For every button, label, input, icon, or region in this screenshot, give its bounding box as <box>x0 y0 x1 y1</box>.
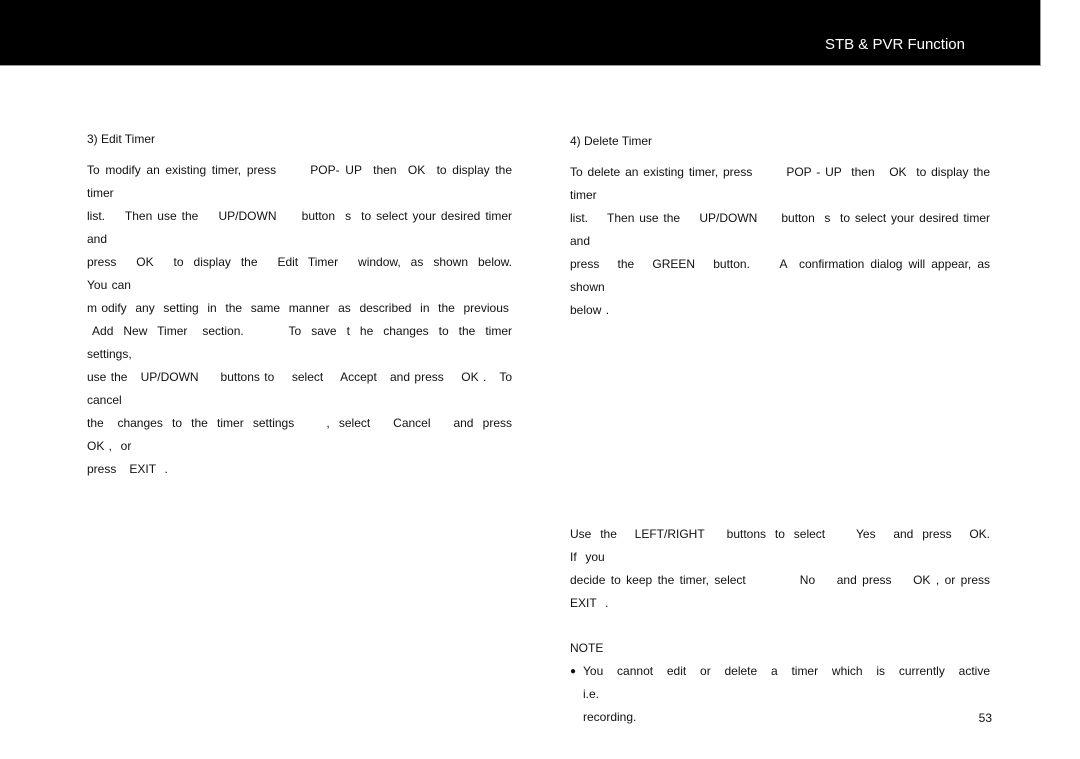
edit-timer-line: list. Then use the UP/DOWN button s to s… <box>87 209 517 246</box>
note-text: You cannot edit or delete a timer which … <box>583 664 990 724</box>
edit-timer-line: press EXIT . <box>87 462 168 476</box>
delete-timer-line: list. Then use the UP/DOWN button s to s… <box>570 211 995 248</box>
confirm-line: decide to keep the timer, select No and … <box>570 573 1008 610</box>
confirm-line: Use the LEFT/RIGHT buttons to select Yes… <box>570 527 1008 564</box>
bullet-dot-icon: ● <box>570 666 577 677</box>
delete-timer-line: press the GREEN button. A confirmation d… <box>570 257 995 294</box>
page-number: 53 <box>978 711 992 725</box>
section-title: STB & PVR Function <box>824 36 965 53</box>
edit-timer-line: To modify an existing timer, press POP- … <box>87 163 517 200</box>
edit-timer-line: use the UP/DOWN buttons to select Accept… <box>87 370 517 407</box>
delete-timer-line: To delete an existing timer, press POP -… <box>570 165 995 202</box>
header-bar: STB & PVR Function <box>0 0 1041 66</box>
delete-timer-heading: 4) Delete Timer <box>570 134 653 148</box>
delete-confirmation-section: Use the LEFT/RIGHT buttons to select Yes… <box>570 523 990 729</box>
edit-timer-heading: 3) Edit Timer <box>87 132 156 146</box>
edit-timer-line: the changes to the timer settings , sele… <box>87 416 530 453</box>
delete-timer-line: below . <box>570 303 610 317</box>
edit-timer-line: Add New Timer section. To save t he chan… <box>87 324 521 361</box>
edit-timer-line: press OK to display the Edit Timer windo… <box>87 255 573 292</box>
note-item: ● You cannot edit or delete a timer whic… <box>570 660 990 729</box>
note-list: ● You cannot edit or delete a timer whic… <box>570 660 990 729</box>
edit-timer-section: 3) Edit Timer To modify an existing time… <box>87 128 512 481</box>
edit-timer-line: m odify any setting in the same manner a… <box>87 301 509 315</box>
note-heading: NOTE <box>570 641 604 655</box>
delete-timer-section: 4) Delete Timer To delete an existing ti… <box>570 130 990 322</box>
